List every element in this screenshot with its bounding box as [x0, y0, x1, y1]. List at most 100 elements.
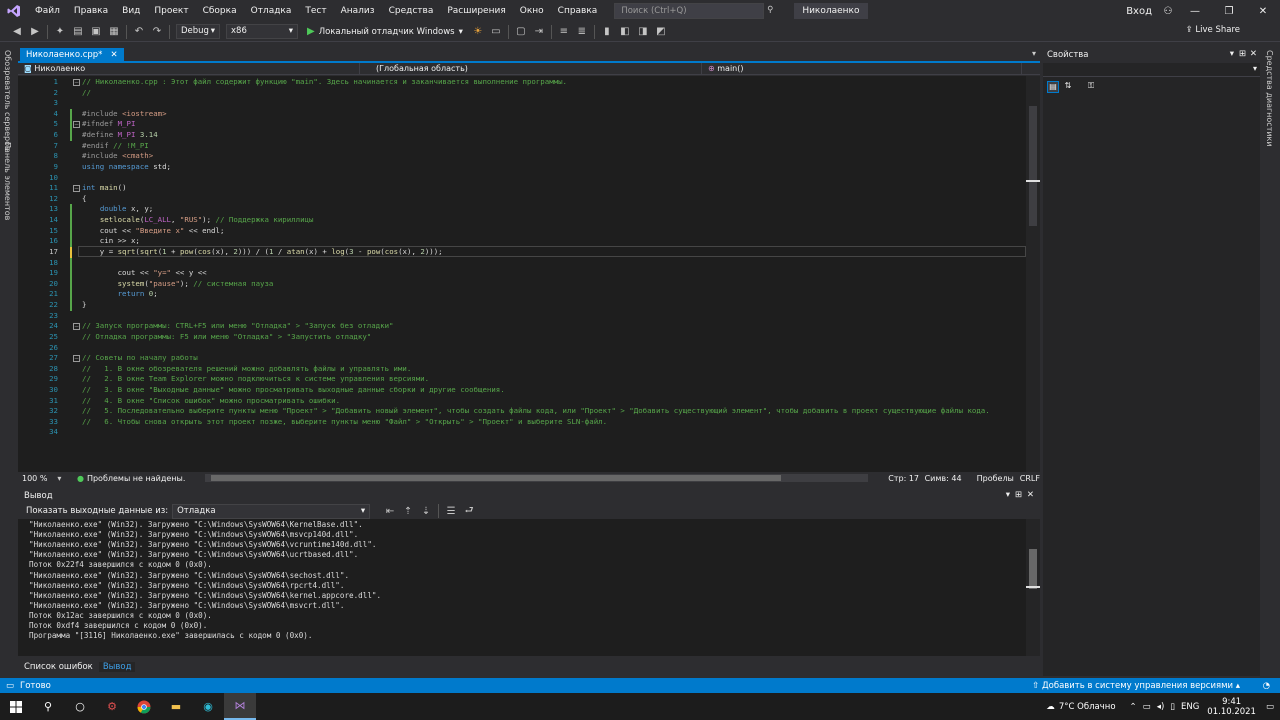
menu-item[interactable]: Правка: [67, 0, 115, 22]
save-all-icon[interactable]: ▦: [107, 25, 121, 39]
editor-vertical-scrollbar[interactable]: [1026, 76, 1040, 472]
visual-studio-taskbar-icon[interactable]: ⋈: [224, 693, 256, 720]
menu-item[interactable]: Вид: [115, 0, 147, 22]
step-icon[interactable]: ⇥: [532, 25, 546, 39]
app-tool-icon[interactable]: ⚙: [96, 693, 128, 720]
menu-item[interactable]: Анализ: [334, 0, 382, 22]
close-panel-icon[interactable]: ✕: [1027, 490, 1034, 500]
account-icon[interactable]: ⚇: [1158, 6, 1178, 17]
open-file-icon[interactable]: ▤: [71, 25, 85, 39]
close-tab-icon[interactable]: ✕: [110, 48, 117, 62]
edge-icon[interactable]: ◉: [192, 693, 224, 720]
language-indicator[interactable]: ENG: [1181, 702, 1199, 712]
tab-error-list[interactable]: Список ошибок: [18, 662, 99, 672]
tab-output[interactable]: Вывод: [98, 662, 136, 672]
output-scroll-thumb[interactable]: [1029, 549, 1037, 589]
server-explorer-tab[interactable]: Обозреватель серверов: [3, 50, 12, 151]
live-share-button[interactable]: ⇪ Live Share: [1186, 25, 1240, 35]
member-dropdown[interactable]: ⊕ main(): [702, 63, 1022, 75]
search-input[interactable]: Поиск (Ctrl+Q) ⚲: [614, 3, 773, 19]
fold-toggle-icon[interactable]: −: [73, 323, 80, 331]
chevron-up-icon[interactable]: ⌃: [1130, 702, 1137, 712]
notifications-icon[interactable]: ◔: [1263, 681, 1270, 691]
add-to-source-control-button[interactable]: ⇧ Добавить в систему управления версиями…: [1032, 681, 1240, 691]
start-debugging-button[interactable]: ▶ Локальный отладчик Windows ▾: [307, 26, 463, 37]
chrome-icon[interactable]: [128, 693, 160, 720]
property-pages-icon[interactable]: ⚿: [1085, 81, 1097, 93]
windows-start-icon[interactable]: [0, 693, 32, 720]
new-project-icon[interactable]: ✦: [53, 25, 67, 39]
fold-toggle-icon[interactable]: −: [73, 79, 80, 86]
word-wrap-icon[interactable]: ⮐: [462, 504, 476, 518]
menu-item[interactable]: Расширения: [440, 0, 512, 22]
menu-item[interactable]: Тест: [298, 0, 333, 22]
minimize-icon[interactable]: —: [1178, 6, 1212, 17]
fold-toggle-icon[interactable]: −: [73, 121, 80, 129]
back-icon[interactable]: ◀: [10, 25, 24, 39]
restore-icon[interactable]: ❐: [1212, 6, 1246, 17]
comment-icon[interactable]: ≡: [557, 25, 571, 39]
close-panel-icon[interactable]: ✕: [1250, 49, 1257, 59]
next-message-icon[interactable]: ⇣: [419, 504, 433, 518]
horizontal-scrollbar[interactable]: [204, 474, 869, 482]
task-view-icon[interactable]: ○: [64, 693, 96, 720]
zoom-level[interactable]: 100 %: [18, 474, 57, 483]
diagnostic-tools-tab[interactable]: Средства диагностики: [1265, 50, 1274, 147]
file-explorer-icon[interactable]: ▬: [160, 693, 192, 720]
volume-icon[interactable]: ◂): [1157, 702, 1165, 712]
configuration-dropdown[interactable]: Debug ▾: [176, 24, 220, 39]
code-editor[interactable]: 1 2 3 4 5 6 7 8 9 10 11 12 13 14 15 16 17 18 19 20 21 22 23 24 2…: [18, 76, 1040, 472]
output-text-area[interactable]: "Николаенко.exe" (Win32). Загружено "C:\…: [18, 519, 1040, 656]
sign-in-link[interactable]: Вход: [1126, 6, 1158, 17]
toolbox-tab[interactable]: Панель элементов: [3, 142, 12, 220]
prev-bookmark-icon[interactable]: ◧: [618, 25, 632, 39]
menu-item[interactable]: Сборка: [196, 0, 244, 22]
search-icon[interactable]: ⚲: [767, 5, 773, 15]
network-icon[interactable]: ▭: [1143, 702, 1151, 712]
redo-icon[interactable]: ↷: [150, 25, 164, 39]
categorized-icon[interactable]: ▤: [1047, 81, 1059, 93]
debug-window-icon[interactable]: ▭: [489, 25, 503, 39]
alphabetical-icon[interactable]: ⇅: [1062, 81, 1074, 93]
fold-toggle-icon[interactable]: −: [73, 355, 80, 363]
pin-icon[interactable]: ⊞: [1015, 490, 1022, 500]
scroll-thumb[interactable]: [1029, 106, 1037, 226]
prev-message-icon[interactable]: ⇡: [401, 504, 415, 518]
save-icon[interactable]: ▣: [89, 25, 103, 39]
screenshot-icon[interactable]: ▢: [514, 25, 528, 39]
menu-item[interactable]: Проект: [147, 0, 195, 22]
menu-item[interactable]: Справка: [551, 0, 605, 22]
panel-dropdown-icon[interactable]: ▾: [1230, 49, 1234, 59]
scope-dropdown[interactable]: (Глобальная область): [360, 63, 702, 75]
fold-toggle-icon[interactable]: −: [73, 185, 80, 193]
hscroll-thumb[interactable]: [210, 475, 781, 481]
output-scrollbar[interactable]: [1026, 519, 1040, 656]
project-dropdown[interactable]: ◙ Николаенко: [18, 63, 360, 75]
search-icon[interactable]: ⚲: [32, 693, 64, 720]
notification-center-icon[interactable]: ▭: [1266, 702, 1274, 712]
line-ending-indicator[interactable]: CRLF: [1020, 474, 1040, 483]
tab-list-chevron-icon[interactable]: ▾: [1032, 49, 1036, 58]
pin-icon[interactable]: ⊞: [1239, 49, 1246, 59]
menu-item[interactable]: Окно: [513, 0, 551, 22]
find-message-icon[interactable]: ⇤: [383, 504, 397, 518]
output-source-dropdown[interactable]: Отладка ▾: [172, 503, 371, 519]
visual-studio-logo-icon[interactable]: [0, 0, 28, 22]
menu-item[interactable]: Отладка: [244, 0, 299, 22]
forward-icon[interactable]: ▶: [28, 25, 42, 39]
menu-item[interactable]: Средства: [382, 0, 441, 22]
clear-all-icon[interactable]: ☰: [444, 504, 458, 518]
battery-icon[interactable]: ▯: [1170, 702, 1175, 712]
platform-dropdown[interactable]: x86 ▾: [226, 24, 298, 39]
close-window-icon[interactable]: ✕: [1246, 6, 1280, 17]
clock[interactable]: 9:41 01.10.2021: [1207, 697, 1256, 717]
hot-reload-icon[interactable]: ☀: [471, 25, 485, 39]
chevron-down-icon[interactable]: ▾: [57, 474, 77, 483]
next-bookmark-icon[interactable]: ◨: [636, 25, 650, 39]
menu-item[interactable]: Файл: [28, 0, 67, 22]
problems-status[interactable]: Проблемы не найдены.: [87, 474, 205, 483]
properties-object-selector[interactable]: ▾: [1043, 63, 1260, 77]
tab-nikolaenko-cpp[interactable]: Николаенко.cpp* ✕: [20, 48, 124, 62]
whitespace-indicator[interactable]: Пробелы: [977, 474, 1020, 483]
panel-dropdown-icon[interactable]: ▾: [1006, 490, 1010, 500]
